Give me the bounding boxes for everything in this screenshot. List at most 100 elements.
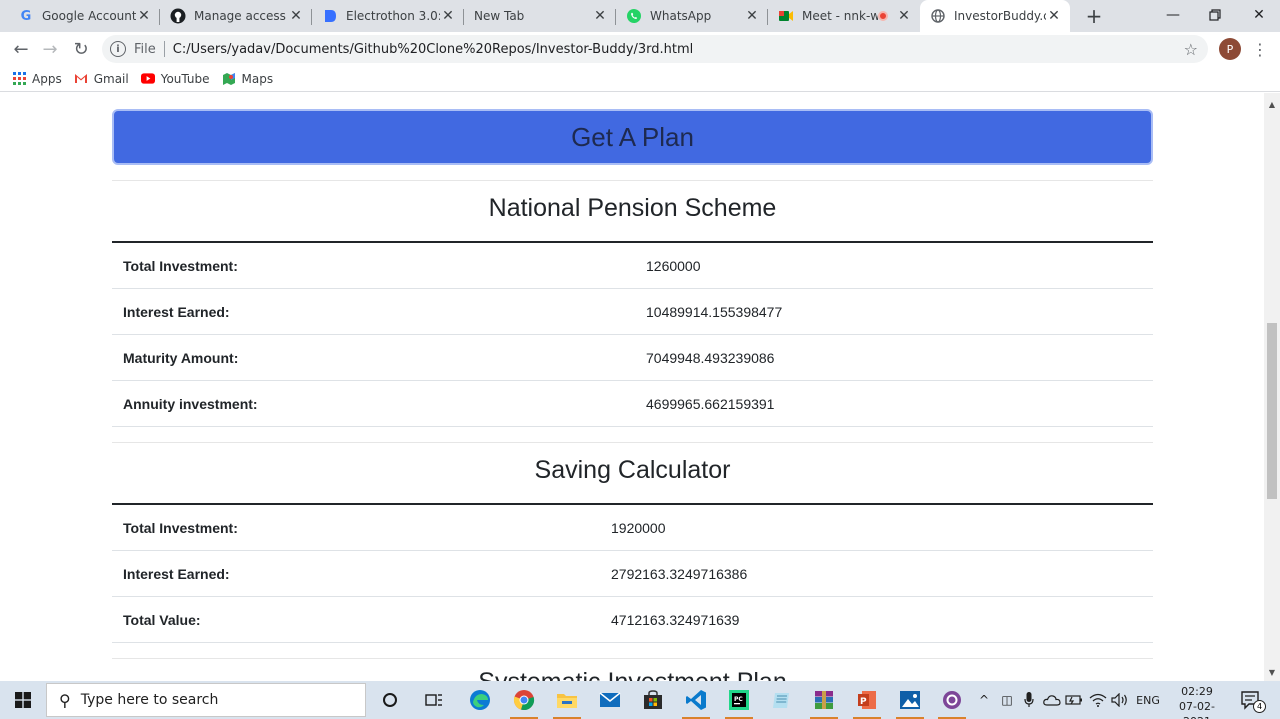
table-row: Total Investment: 1260000 bbox=[112, 243, 1153, 289]
language-indicator[interactable]: ENG bbox=[1134, 681, 1162, 719]
back-button[interactable]: ← bbox=[8, 36, 34, 62]
row-label: Maturity Amount: bbox=[123, 350, 239, 366]
table-row: Annuity investment: 4699965.662159391 bbox=[112, 381, 1153, 427]
tab-electrothon[interactable]: Electrothon 3.0: Di ✕ bbox=[312, 0, 464, 32]
bookmark-gmail[interactable]: Gmail bbox=[74, 72, 129, 86]
gmail-icon bbox=[74, 72, 88, 86]
row-label: Annuity investment: bbox=[123, 396, 258, 412]
youtube-icon bbox=[140, 72, 155, 86]
bookmark-label: Maps bbox=[241, 71, 274, 86]
restore-button[interactable] bbox=[1192, 0, 1238, 30]
show-hidden-icons-icon[interactable]: ^ bbox=[976, 681, 992, 719]
task-view-icon[interactable] bbox=[416, 684, 452, 716]
volume-icon[interactable] bbox=[1110, 681, 1130, 719]
wifi-icon[interactable] bbox=[1088, 681, 1108, 719]
row-label: Interest Earned: bbox=[123, 304, 230, 320]
close-tab-icon[interactable]: ✕ bbox=[288, 8, 304, 24]
close-tab-icon[interactable]: ✕ bbox=[1046, 8, 1062, 24]
tab-title: WhatsApp bbox=[650, 9, 712, 23]
close-window-button[interactable]: ✕ bbox=[1236, 0, 1280, 30]
divider bbox=[112, 442, 1153, 443]
action-center-icon[interactable]: 4 bbox=[1238, 687, 1266, 713]
cortana-icon[interactable] bbox=[372, 684, 408, 716]
get-a-plan-button[interactable]: Get A Plan bbox=[112, 109, 1153, 165]
tab-title: New Tab bbox=[474, 9, 525, 23]
meet-icon bbox=[778, 8, 794, 24]
windows-start-button[interactable] bbox=[0, 681, 46, 719]
row-label: Total Investment: bbox=[123, 520, 238, 536]
clock-time: 02:29 bbox=[1181, 685, 1213, 698]
reload-button[interactable]: ↻ bbox=[68, 36, 94, 62]
notepad-icon[interactable] bbox=[764, 684, 800, 716]
battery-icon[interactable] bbox=[1064, 681, 1084, 719]
notification-count-badge: 4 bbox=[1253, 700, 1266, 713]
forward-button[interactable]: → bbox=[37, 36, 63, 62]
search-icon: ⚲ bbox=[59, 690, 71, 710]
photos-icon[interactable] bbox=[892, 684, 928, 719]
profile-avatar[interactable]: P bbox=[1219, 38, 1241, 60]
maps-icon bbox=[222, 72, 236, 86]
microphone-icon[interactable] bbox=[1020, 681, 1038, 719]
close-tab-icon[interactable]: ✕ bbox=[136, 8, 152, 24]
divider bbox=[112, 180, 1153, 181]
winrar-icon[interactable] bbox=[806, 684, 842, 719]
tab-title: InvestorBuddy.con bbox=[954, 9, 1046, 23]
sip-section-title: Systematic Investment Plan bbox=[112, 668, 1153, 681]
store-icon[interactable] bbox=[635, 684, 671, 716]
new-tab-button[interactable]: + bbox=[1082, 4, 1106, 28]
more-menu-icon[interactable]: ⋮ bbox=[1252, 38, 1268, 60]
bookmark-youtube[interactable]: YouTube bbox=[140, 72, 210, 86]
onedrive-icon[interactable] bbox=[1042, 681, 1062, 719]
pycharm-icon[interactable]: PC bbox=[721, 684, 757, 719]
whatsapp-icon bbox=[626, 8, 642, 24]
tab-strip: G Google Account ✕ Manage access ✕ Elect… bbox=[0, 0, 1280, 32]
url-scheme: File bbox=[134, 41, 156, 57]
file-explorer-icon[interactable] bbox=[549, 684, 585, 719]
tab-meet[interactable]: Meet - nnk-w ✕ bbox=[768, 0, 920, 32]
divider bbox=[112, 658, 1153, 659]
info-icon[interactable]: i bbox=[110, 41, 126, 57]
scroll-down-arrow-icon[interactable]: ▼ bbox=[1264, 665, 1280, 679]
row-value: 1260000 bbox=[646, 258, 701, 274]
tab-manage-access[interactable]: Manage access ✕ bbox=[160, 0, 312, 32]
taskbar-search-box[interactable]: ⚲ Type here to search bbox=[46, 683, 366, 717]
close-tab-icon[interactable]: ✕ bbox=[744, 8, 760, 24]
row-label: Total Value: bbox=[123, 612, 201, 628]
minimize-button[interactable]: — bbox=[1150, 0, 1196, 30]
google-icon: G bbox=[20, 8, 32, 24]
close-tab-icon[interactable]: ✕ bbox=[440, 8, 456, 24]
tab-google-account[interactable]: G Google Account ✕ bbox=[8, 0, 160, 32]
close-tab-icon[interactable]: ✕ bbox=[592, 8, 608, 24]
mail-icon[interactable] bbox=[592, 684, 628, 716]
table-row: Total Value: 4712163.324971639 bbox=[112, 597, 1153, 643]
scrollbar-thumb[interactable] bbox=[1267, 323, 1277, 499]
bookmark-star-icon[interactable]: ☆ bbox=[1184, 40, 1198, 59]
scroll-up-arrow-icon[interactable]: ▲ bbox=[1264, 97, 1280, 111]
close-tab-icon[interactable]: ✕ bbox=[896, 8, 912, 24]
row-value: 7049948.493239086 bbox=[646, 350, 775, 366]
nps-section-title: National Pension Scheme bbox=[488, 194, 777, 222]
tab-whatsapp[interactable]: WhatsApp ✕ bbox=[616, 0, 768, 32]
saving-section-title: Saving Calculator bbox=[534, 456, 731, 484]
chrome-icon[interactable] bbox=[506, 684, 542, 719]
tab-title: Electrothon 3.0: Di bbox=[346, 9, 440, 23]
url-text[interactable]: C:/Users/yadav/Documents/Github%20Clone%… bbox=[173, 42, 694, 57]
bookmark-apps[interactable]: Apps bbox=[12, 72, 62, 86]
tab-new-tab[interactable]: New Tab ✕ bbox=[464, 0, 616, 32]
vscode-icon[interactable] bbox=[678, 684, 714, 719]
globe-icon bbox=[930, 8, 946, 24]
bookmark-maps[interactable]: Maps bbox=[222, 71, 274, 86]
row-label: Interest Earned: bbox=[123, 566, 230, 582]
taskbar-clock[interactable]: 02:29 07-02-2021 bbox=[1168, 684, 1226, 719]
row-value: 2792163.3249716386 bbox=[611, 566, 748, 582]
bookmark-label: Gmail bbox=[93, 71, 129, 86]
meet-now-icon[interactable]: ◫ bbox=[998, 681, 1016, 719]
github-icon bbox=[170, 8, 186, 24]
svg-text:P: P bbox=[860, 697, 867, 707]
edge-icon[interactable] bbox=[462, 684, 498, 716]
powerpoint-icon[interactable]: P bbox=[849, 684, 885, 719]
tor-browser-icon[interactable] bbox=[934, 684, 970, 719]
address-bar[interactable]: i File C:/Users/yadav/Documents/Github%2… bbox=[102, 35, 1208, 63]
page-scrollbar[interactable]: ▲ ▼ bbox=[1264, 93, 1280, 681]
tab-investorbuddy[interactable]: InvestorBuddy.con ✕ bbox=[920, 0, 1070, 32]
